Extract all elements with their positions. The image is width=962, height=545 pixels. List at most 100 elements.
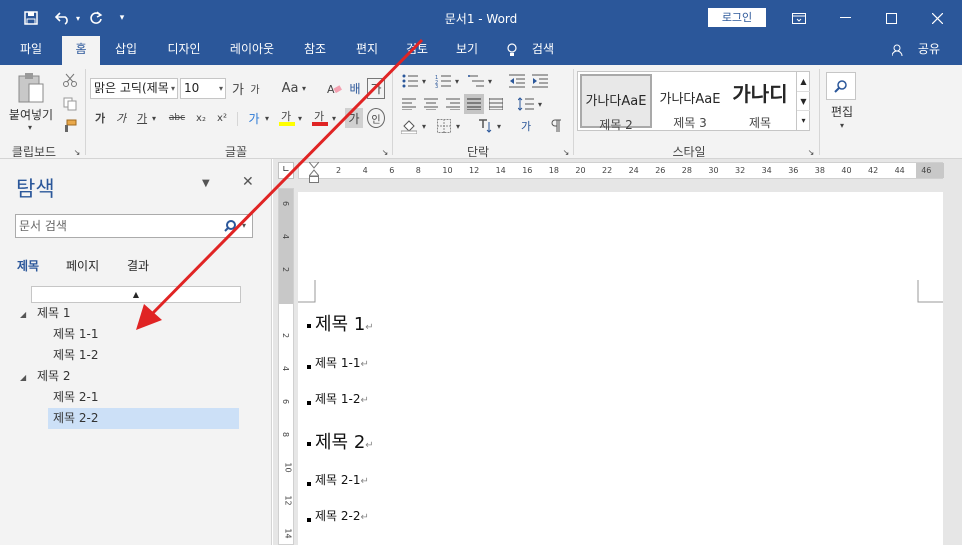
underline-icon[interactable]: 가 [134, 108, 150, 128]
font-color-icon[interactable]: 가 [311, 108, 329, 128]
borders-icon[interactable] [434, 116, 454, 136]
minimize-icon[interactable] [822, 0, 868, 36]
expand-triangle-icon[interactable]: ◢ [20, 373, 26, 382]
grow-font-icon[interactable]: 가 [230, 78, 246, 99]
phonetic-guide-icon[interactable]: 배 [346, 78, 364, 99]
doc-heading-2-1[interactable]: 제목 2-1↵ [315, 471, 369, 488]
style-heading2[interactable]: 가나다AaE 제목 2 [580, 74, 652, 132]
paste-dropdown-icon[interactable]: ▾ [24, 122, 36, 132]
nav-heading-2-2[interactable]: 제목 2-2 [48, 408, 239, 429]
font-color-dropdown-icon[interactable]: ▾ [330, 108, 338, 128]
copy-icon[interactable] [60, 95, 80, 113]
doc-heading-2-2[interactable]: 제목 2-2↵ [315, 507, 369, 524]
numbering-icon[interactable]: 123 [432, 71, 454, 91]
style-heading3[interactable]: 가나다AaE 제목 3 [654, 74, 726, 130]
line-spacing-icon[interactable] [516, 94, 536, 114]
editing-button[interactable]: 편집 [822, 103, 862, 119]
close-pane-icon[interactable]: ✕ [242, 174, 254, 190]
search-dropdown-icon[interactable]: ▾ [242, 221, 246, 230]
highlight-dropdown-icon[interactable]: ▾ [296, 108, 304, 128]
nav-heading-1-1[interactable]: 제목 1-1 [48, 324, 239, 345]
tab-home[interactable]: 홈 [62, 36, 100, 65]
paste-icon[interactable] [14, 71, 48, 105]
shading-icon[interactable] [399, 116, 419, 136]
tab-pages[interactable]: 페이지 [66, 257, 99, 274]
shading-dropdown-icon[interactable]: ▾ [420, 116, 428, 136]
character-shading-icon[interactable]: 가 [345, 108, 363, 128]
align-center-icon[interactable] [421, 94, 441, 114]
editing-dropdown-icon[interactable]: ▾ [837, 120, 847, 130]
align-left-icon[interactable] [399, 94, 419, 114]
tab-mailings[interactable]: 편지 [346, 36, 388, 65]
doc-heading-1-2[interactable]: 제목 1-2↵ [315, 390, 369, 407]
doc-heading-1[interactable]: 제목 1↵ [315, 310, 374, 336]
tab-references[interactable]: 참조 [294, 36, 336, 65]
enclosed-char-icon[interactable]: 인 [367, 108, 385, 128]
doc-heading-1-1[interactable]: 제목 1-1↵ [315, 354, 369, 371]
login-button[interactable]: 로그인 [708, 8, 766, 27]
share-button[interactable]: 공유 [890, 36, 940, 65]
decrease-indent-icon[interactable] [507, 71, 527, 91]
scroll-down-icon[interactable]: ▼ [797, 91, 810, 110]
line-spacing-dropdown-icon[interactable]: ▾ [536, 94, 544, 114]
asian-layout-icon[interactable]: 가 [516, 116, 536, 136]
clipboard-launcher-icon[interactable]: ↘ [72, 147, 82, 157]
text-effects-dropdown-icon[interactable]: ▾ [263, 108, 271, 128]
highlight-icon[interactable]: 가 [278, 108, 296, 128]
bold-icon[interactable]: 가 [92, 108, 108, 128]
tab-tell-me[interactable]: 검색 [504, 36, 554, 65]
search-magnifier-icon[interactable] [224, 219, 238, 236]
show-marks-icon[interactable] [545, 116, 565, 136]
italic-icon[interactable]: 가 [113, 108, 129, 128]
horizontal-ruler[interactable]: 2 4 6 8 10 12 14 16 18 20 22 24 26 28 30 32 34 36 38 40 42 44… [298, 162, 944, 179]
justify-icon[interactable] [464, 94, 484, 114]
strikethrough-icon[interactable]: abc [166, 108, 188, 128]
styles-launcher-icon[interactable]: ↘ [806, 147, 816, 157]
tab-results[interactable]: 결과 [127, 257, 149, 274]
collapse-all-bar[interactable]: ▲ [31, 286, 241, 303]
tab-review[interactable]: 검토 [396, 36, 438, 65]
subscript-icon[interactable]: x₂ [192, 108, 210, 128]
tab-insert[interactable]: 삽입 [104, 36, 148, 65]
tab-headings[interactable]: 제목 [17, 257, 39, 274]
indent-markers-icon[interactable] [307, 161, 321, 186]
numbering-dropdown-icon[interactable]: ▾ [453, 71, 461, 91]
doc-heading-2[interactable]: 제목 2↵ [315, 428, 374, 454]
text-direction-dropdown-icon[interactable]: ▾ [495, 116, 503, 136]
text-direction-icon[interactable] [475, 116, 495, 136]
tab-design[interactable]: 디자인 [158, 36, 210, 65]
tab-view[interactable]: 보기 [446, 36, 488, 65]
ribbon-display-icon[interactable] [776, 0, 822, 36]
expand-triangle-icon[interactable]: ◢ [20, 310, 26, 319]
bullets-icon[interactable] [399, 71, 421, 91]
pane-options-icon[interactable]: ▼ [202, 178, 210, 189]
tab-layout[interactable]: 레이아웃 [220, 36, 284, 65]
search-icon[interactable] [826, 72, 856, 100]
change-case-icon[interactable]: Aa [280, 78, 300, 99]
tab-selector[interactable]: ∟ [278, 162, 294, 179]
font-size-combo[interactable]: 10 ▾ [180, 78, 226, 99]
borders-dropdown-icon[interactable]: ▾ [454, 116, 462, 136]
text-effects-icon[interactable]: 가 [245, 108, 263, 128]
align-right-icon[interactable] [443, 94, 463, 114]
style-title[interactable]: 가나디 제목 [724, 74, 796, 130]
cut-icon[interactable] [60, 71, 80, 89]
font-name-combo[interactable]: 맑은 고딕(제목 ▾ [90, 78, 178, 99]
paste-button[interactable]: 붙여넣기 [5, 105, 57, 123]
multilevel-dropdown-icon[interactable]: ▾ [486, 71, 494, 91]
superscript-icon[interactable]: x² [213, 108, 231, 128]
nav-heading-1-2[interactable]: 제목 1-2 [48, 345, 239, 366]
maximize-icon[interactable] [868, 0, 914, 36]
shrink-font-icon[interactable]: 가 [247, 78, 263, 99]
format-painter-icon[interactable] [60, 117, 80, 135]
nav-heading-2-1[interactable]: 제목 2-1 [48, 387, 239, 408]
bullets-dropdown-icon[interactable]: ▾ [420, 71, 428, 91]
paragraph-launcher-icon[interactable]: ↘ [561, 147, 571, 157]
document-page[interactable] [298, 192, 943, 545]
font-launcher-icon[interactable]: ↘ [380, 147, 390, 157]
multilevel-list-icon[interactable] [465, 71, 487, 91]
increase-indent-icon[interactable] [530, 71, 550, 91]
nav-heading-2[interactable]: 제목 2 [31, 366, 239, 387]
vertical-ruler[interactable]: 6 4 2 2 4 6 8 10 12 14 [278, 188, 294, 545]
enclose-characters-icon[interactable]: 가 [367, 78, 385, 99]
